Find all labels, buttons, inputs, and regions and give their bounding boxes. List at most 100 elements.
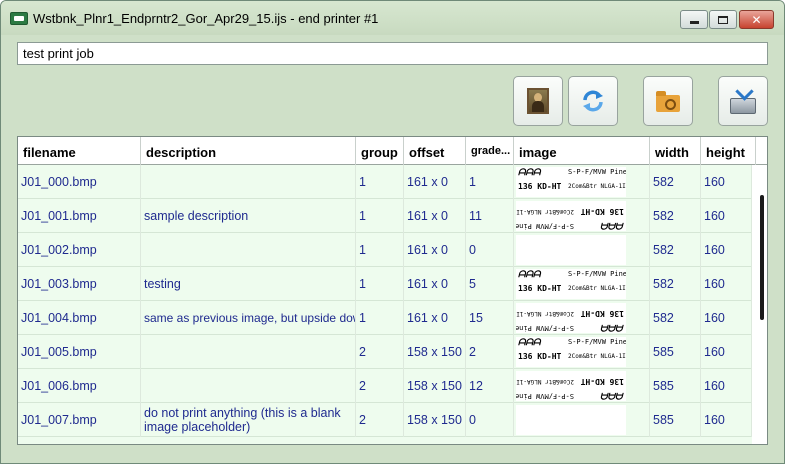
cell-image[interactable] (514, 233, 650, 267)
cell-offset[interactable]: 161 x 0 (404, 267, 466, 301)
thumb-line3: 2Com&Btr NLGA-1IS (568, 285, 626, 292)
cell-width[interactable]: 582 (650, 267, 701, 301)
column-header-filename[interactable]: filename (18, 137, 141, 165)
cell-group[interactable]: 1 (356, 165, 404, 199)
cell-offset-text: 161 x 0 (407, 209, 449, 223)
cell-height[interactable]: 160 (701, 165, 752, 199)
cell-group[interactable]: 1 (356, 199, 404, 233)
thumb-line2: 136 KD-HT (518, 352, 562, 361)
minimize-button[interactable] (680, 10, 708, 29)
table-row[interactable]: J01_004.bmp same as previous image, but u… (18, 301, 752, 335)
cell-image[interactable]: ᗩᗩᗩ S-P-F/MVW Pine 136 KD-HT 2Com&Btr NLGA-… (514, 199, 650, 233)
column-header-image[interactable]: image (514, 137, 650, 165)
cell-width[interactable]: 585 (650, 335, 701, 369)
cell-image[interactable]: ᗩᗩᗩ S-P-F/MVW Pine 136 KD-HT 2Com&Btr NLGA-… (514, 369, 650, 403)
cell-width[interactable]: 582 (650, 199, 701, 233)
thumb-logo: ᗩᗩᗩ (601, 322, 624, 332)
title-bar[interactable]: Wstbnk_Plnr1_Endprntr2_Gor_Apr29_15.ijs … (1, 1, 784, 35)
column-header-description[interactable]: description (141, 137, 356, 165)
cell-filename[interactable]: J01_000.bmp (18, 165, 141, 199)
cell-group[interactable]: 1 (356, 301, 404, 335)
cell-filename[interactable]: J01_001.bmp (18, 199, 141, 233)
open-folder-button[interactable] (643, 76, 693, 126)
column-header-grade[interactable]: grade... (466, 137, 514, 165)
cell-offset[interactable]: 161 x 0 (404, 165, 466, 199)
refresh-button[interactable] (568, 76, 618, 126)
cell-description[interactable]: testing (141, 267, 356, 301)
image-button[interactable] (513, 76, 563, 126)
cell-grade[interactable]: 11 (466, 199, 514, 233)
cell-description[interactable]: same as previous image, but upside down (141, 301, 356, 335)
cell-grade[interactable]: 12 (466, 369, 514, 403)
cell-description[interactable] (141, 369, 356, 403)
cell-offset[interactable]: 158 x 150 (404, 335, 466, 369)
table-row[interactable]: J01_002.bmp 1 161 x 0 0 582 160 (18, 233, 752, 267)
cell-group[interactable]: 2 (356, 335, 404, 369)
table-row[interactable]: J01_003.bmp testing 1 161 x 0 5 ᗩᗩᗩ S-P-F/MVW … (18, 267, 752, 301)
cell-grade[interactable]: 15 (466, 301, 514, 335)
cell-group[interactable]: 2 (356, 403, 404, 437)
cell-grade[interactable]: 5 (466, 267, 514, 301)
column-header-offset[interactable]: offset (404, 137, 466, 165)
cell-offset[interactable]: 161 x 0 (404, 301, 466, 335)
cell-filename[interactable]: J01_004.bmp (18, 301, 141, 335)
cell-width[interactable]: 582 (650, 165, 701, 199)
cell-height[interactable]: 160 (701, 199, 752, 233)
cell-grade[interactable]: 0 (466, 403, 514, 437)
cell-filename[interactable]: J01_007.bmp (18, 403, 141, 437)
scrollbar-thumb[interactable] (760, 195, 764, 320)
column-header-width[interactable]: width (650, 137, 701, 165)
image-thumbnail: ᗩᗩᗩ S-P-F/MVW Pine 136 KD-HT 2Com&Btr NLGA-… (516, 201, 626, 231)
cell-height[interactable]: 160 (701, 335, 752, 369)
cell-height[interactable]: 160 (701, 369, 752, 403)
cell-group[interactable]: 2 (356, 369, 404, 403)
cell-height[interactable]: 160 (701, 233, 752, 267)
cell-width[interactable]: 582 (650, 301, 701, 335)
cell-offset[interactable]: 161 x 0 (404, 233, 466, 267)
table-row[interactable]: J01_006.bmp 2 158 x 150 12 ᗩᗩᗩ S-P-F/MVW Pine… (18, 369, 752, 403)
cell-grade[interactable]: 0 (466, 233, 514, 267)
cell-width[interactable]: 585 (650, 403, 701, 437)
cell-grade[interactable]: 2 (466, 335, 514, 369)
maximize-button[interactable] (709, 10, 737, 29)
cell-description[interactable] (141, 335, 356, 369)
save-button[interactable] (718, 76, 768, 126)
cell-height[interactable]: 160 (701, 403, 752, 437)
cell-width[interactable]: 582 (650, 233, 701, 267)
table-row[interactable]: J01_001.bmp sample description 1 161 x 0 11 ᗩ… (18, 199, 752, 233)
close-button[interactable]: ✕ (739, 10, 774, 29)
table-row[interactable]: J01_000.bmp 1 161 x 0 1 ᗩᗩᗩ S-P-F/MVW Pine 136… (18, 165, 752, 199)
cell-offset[interactable]: 158 x 150 (404, 369, 466, 403)
column-header-height[interactable]: height (701, 137, 756, 165)
cell-grade[interactable]: 1 (466, 165, 514, 199)
cell-description[interactable]: do not print anything (this is a blank i… (141, 403, 356, 437)
cell-image[interactable] (514, 403, 650, 437)
cell-image[interactable]: ᗩᗩᗩ S-P-F/MVW Pine 136 KD-HT 2Com&Btr NLGA-… (514, 301, 650, 335)
cell-filename[interactable]: J01_002.bmp (18, 233, 141, 267)
cell-filename[interactable]: J01_003.bmp (18, 267, 141, 301)
cell-group[interactable]: 1 (356, 267, 404, 301)
cell-height[interactable]: 160 (701, 301, 752, 335)
cell-filename[interactable]: J01_006.bmp (18, 369, 141, 403)
cell-group-text: 2 (359, 379, 366, 393)
cell-description[interactable] (141, 165, 356, 199)
column-header-group[interactable]: group (356, 137, 404, 165)
cell-image[interactable]: ᗩᗩᗩ S-P-F/MVW Pine 136 KD-HT 2Com&Btr NLGA-… (514, 267, 650, 301)
cell-height[interactable]: 160 (701, 267, 752, 301)
cell-description[interactable] (141, 233, 356, 267)
cell-description[interactable]: sample description (141, 199, 356, 233)
cell-image[interactable]: ᗩᗩᗩ S-P-F/MVW Pine 136 KD-HT 2Com&Btr NLGA-… (514, 165, 650, 199)
cell-image[interactable]: ᗩᗩᗩ S-P-F/MVW Pine 136 KD-HT 2Com&Btr NLGA-… (514, 335, 650, 369)
vertical-scrollbar[interactable] (756, 165, 767, 444)
cell-width[interactable]: 585 (650, 369, 701, 403)
table-row[interactable]: J01_007.bmp do not print anything (this i… (18, 403, 752, 437)
job-name-input[interactable] (17, 42, 768, 65)
image-table[interactable]: filename description group offset grade.… (17, 136, 768, 445)
cell-filename[interactable]: J01_005.bmp (18, 335, 141, 369)
cell-filename-text: J01_000.bmp (21, 175, 97, 189)
cell-offset[interactable]: 158 x 150 (404, 403, 466, 437)
table-row[interactable]: J01_005.bmp 2 158 x 150 2 ᗩᗩᗩ S-P-F/MVW Pine 1… (18, 335, 752, 369)
cell-group[interactable]: 1 (356, 233, 404, 267)
cell-offset[interactable]: 161 x 0 (404, 199, 466, 233)
image-thumbnail: ᗩᗩᗩ S-P-F/MVW Pine 136 KD-HT 2Com&Btr NLGA-… (516, 167, 626, 197)
